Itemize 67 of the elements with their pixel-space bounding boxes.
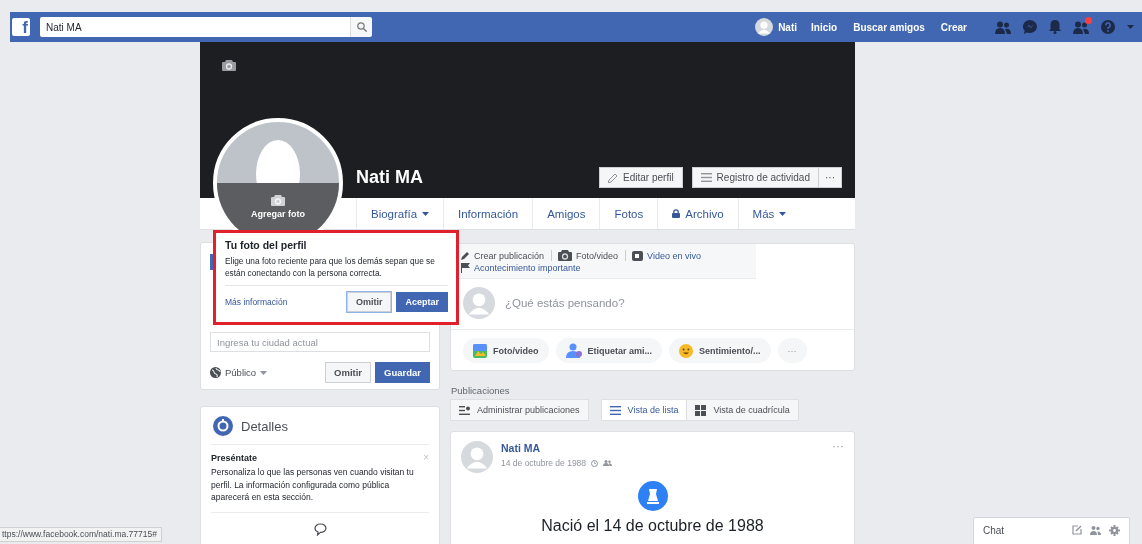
- caret-icon: [260, 370, 268, 375]
- grid-icon: [695, 404, 707, 416]
- user-avatar-icon: [463, 287, 495, 319]
- account-menu-icon: [1127, 25, 1134, 29]
- chat-title[interactable]: Chat: [983, 524, 1005, 536]
- view-tab[interactable]: Vista de lista: [600, 399, 688, 421]
- tag-people-icon: [565, 343, 582, 358]
- camera-icon: [271, 195, 285, 206]
- manage-icon: [459, 405, 470, 415]
- city-field[interactable]: Ingresa tu ciudad actual: [210, 332, 430, 352]
- save-button[interactable]: Guardar: [375, 362, 430, 383]
- new-message-icon[interactable]: [1072, 525, 1082, 535]
- feeling-button[interactable]: Sentimiento/...: [669, 338, 771, 363]
- cover-camera-icon: [222, 60, 236, 71]
- nav-link[interactable]: Inicio: [811, 21, 838, 33]
- audience-icon: [603, 460, 613, 466]
- section-label: Publicaciones: [451, 385, 511, 396]
- user-name[interactable]: Nati: [778, 21, 798, 33]
- pencil-icon: [608, 172, 619, 183]
- search-field[interactable]: Nati MA: [40, 17, 350, 37]
- tag-friends-button[interactable]: Etiquetar ami...: [555, 338, 663, 363]
- video-icon: [632, 250, 644, 261]
- audience-dropdown[interactable]: Público: [210, 367, 268, 378]
- life-event-button[interactable]: Acontecimiento importante: [461, 263, 588, 273]
- speech-bubble-icon: [313, 522, 327, 536]
- section-heading: Preséntate: [211, 453, 258, 463]
- details-text: Personaliza lo que las personas ven cuando visitan tu perfil. La información configurada como pública aparecerá en esta sección.: [211, 466, 429, 513]
- search-button[interactable]: [350, 17, 372, 37]
- smiley-icon: [679, 343, 694, 358]
- flag-icon: [461, 263, 470, 273]
- camera-icon: [558, 250, 573, 261]
- nav-link[interactable]: Buscar amigos: [853, 21, 925, 33]
- pencil-icon: [461, 251, 470, 260]
- author-avatar-icon: [461, 441, 493, 473]
- status-bar-url: ttps://www.facebook.com/nati.ma.77715#: [0, 527, 162, 542]
- list-icon: [700, 173, 712, 182]
- card-title: Detalles: [241, 418, 288, 434]
- author-name[interactable]: Nati MA: [501, 442, 613, 454]
- learn-more-link[interactable]: Más información: [225, 297, 288, 307]
- life-event-text: Nació el 14 de octubre de 1988: [541, 517, 764, 535]
- profile-name: Nati MA: [356, 167, 423, 188]
- create-post-button[interactable]: Crear publicación: [461, 250, 553, 261]
- skip-button[interactable]: Omitir: [346, 292, 392, 312]
- globe-icon: [210, 367, 221, 378]
- view-tab[interactable]: Vista de cuadrícula: [687, 399, 799, 421]
- photo-video-button[interactable]: Foto/video: [463, 338, 549, 363]
- photo-icon: [473, 343, 487, 358]
- photo-video-button[interactable]: Foto/video: [558, 250, 627, 261]
- activity-log-button[interactable]: Registro de actividad: [691, 167, 819, 188]
- manage-posts-button[interactable]: Administrar publicaciones: [450, 399, 589, 421]
- status-field[interactable]: ¿Qué estás pensando?: [503, 292, 844, 314]
- more-button[interactable]: ···: [819, 167, 842, 188]
- live-video-button[interactable]: Video en vivo: [632, 250, 708, 261]
- accept-button[interactable]: Aceptar: [396, 292, 448, 312]
- people-icon[interactable]: [1090, 525, 1101, 535]
- edit-profile-button[interactable]: Editar perfil: [599, 167, 683, 188]
- clock-icon: [591, 459, 599, 467]
- skip-button[interactable]: Omitir: [325, 362, 372, 383]
- nav-link[interactable]: Crear: [940, 21, 967, 33]
- search-icon: [356, 22, 367, 32]
- friends-icon: [1073, 20, 1089, 34]
- list-icon: [609, 405, 621, 415]
- settings-icon[interactable]: [1109, 524, 1120, 536]
- popup-text: Elige una foto reciente para que los demás sepan que se están conectando con la persona correcta.: [225, 255, 448, 286]
- facebook-logo: f: [12, 18, 30, 36]
- user-avatar-icon: [755, 18, 774, 36]
- details-icon: [213, 416, 233, 436]
